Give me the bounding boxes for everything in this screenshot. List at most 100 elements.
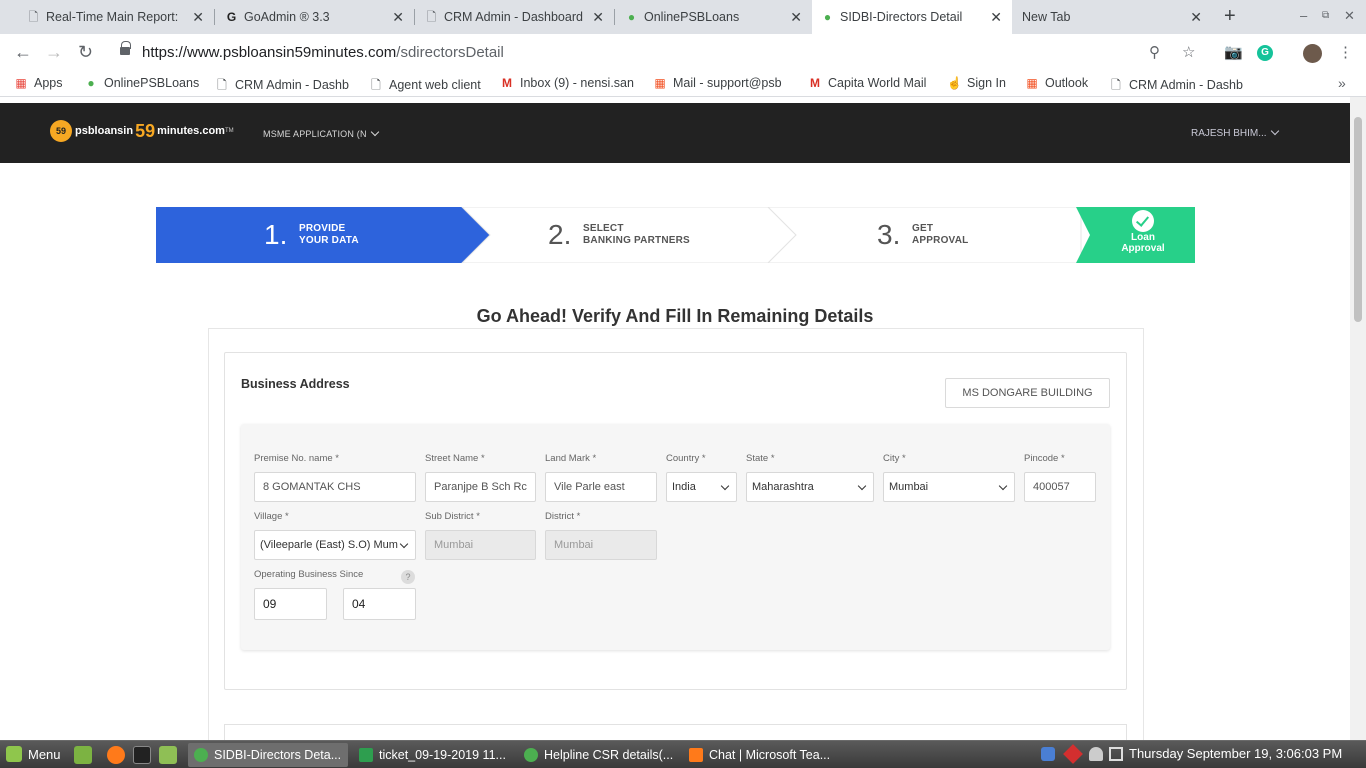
bookmark-crm-admin[interactable]: 🗋 CRM Admin - Dashb — [215, 76, 350, 97]
user-menu[interactable]: RAJESH BHIM... — [1191, 126, 1279, 139]
bookmark-apps[interactable]: ▦ Apps — [14, 76, 62, 90]
bookmarks-bar: ▦ Apps ● OnlinePSBLoans 🗋 CRM Admin - Dashb… — [0, 72, 1366, 97]
sub-district-input: Mumbai — [425, 530, 536, 560]
system-clock[interactable]: Thursday September 19, 3:06:03 PM — [1129, 746, 1342, 761]
country-select[interactable]: India — [666, 472, 737, 502]
chrome-icon — [524, 748, 538, 762]
forward-arrow-icon[interactable]: → — [45, 42, 63, 63]
windows-icon: ▦ — [1026, 76, 1038, 90]
grammarly-icon[interactable]: G — [1257, 45, 1273, 61]
bookmark-outlook[interactable]: ▦ Outlook — [1025, 76, 1088, 90]
bookmark-agent-web-client[interactable]: 🗋 Agent web client — [369, 76, 481, 97]
close-icon[interactable]: ✕ — [990, 9, 1002, 26]
tab-title: SIDBI-Directors Detail — [840, 10, 963, 24]
step-label-line1: SELECT — [583, 223, 624, 234]
tab-title: OnlinePSBLoans — [644, 10, 740, 24]
tab-title: GoAdmin ® 3.3 — [244, 10, 330, 24]
state-select[interactable]: Maharashtra — [746, 472, 874, 502]
url-text: https://www.psbloansin59minutes.com/sdir… — [142, 44, 504, 61]
window-close-icon[interactable]: ✕ — [1344, 8, 1355, 24]
firefox-icon[interactable] — [107, 746, 125, 764]
page-icon: 🗋 — [371, 78, 381, 92]
tab-crm-admin[interactable]: 🗋 CRM Admin - Dashboard ✕ — [416, 0, 614, 34]
tab-goadmin[interactable]: G GoAdmin ® 3.3 ✕ — [216, 0, 414, 34]
files-icon[interactable] — [159, 746, 177, 764]
sub-district-label: Sub District * — [425, 511, 480, 522]
url-host: https://www.psbloansin59minutes.com — [142, 44, 397, 61]
operating-since-year-input[interactable]: 04 — [343, 588, 416, 620]
bookmarks-overflow-icon[interactable]: » — [1338, 75, 1346, 91]
tab-sidbi-directors[interactable]: ● SIDBI-Directors Detail ✕ — [812, 0, 1012, 34]
help-icon[interactable]: ? — [401, 570, 415, 584]
kebab-menu-icon[interactable]: ⋮ — [1338, 43, 1353, 61]
close-icon[interactable]: ✕ — [392, 9, 404, 26]
tab-realtime-report[interactable]: 🗋 Real-Time Main Report: ✕ — [18, 0, 214, 34]
step-number: 1. — [264, 219, 288, 250]
logo-text-post: minutes.com — [157, 125, 225, 137]
operating-since-month-input[interactable]: 09 — [254, 588, 327, 620]
minimize-icon[interactable]: – — [1300, 8, 1307, 23]
restore-icon[interactable]: ⧉ — [1322, 10, 1329, 21]
landmark-input[interactable]: Vile Parle east — [545, 472, 657, 502]
scrollbar-thumb[interactable] — [1354, 117, 1362, 322]
premise-input[interactable]: 8 GOMANTAK CHS — [254, 472, 416, 502]
taskbar-item-sidbi[interactable]: SIDBI-Directors Deta... — [188, 743, 348, 767]
msme-application-menu[interactable]: MSME APPLICATION (N — [263, 127, 379, 139]
site-logo[interactable]: 59 psbloansin 59 minutes.com TM — [50, 120, 234, 142]
network-icon[interactable] — [1109, 747, 1123, 761]
start-menu-button[interactable]: Menu — [6, 746, 61, 762]
browser-toolbar: ← → ↻ https://www.psbloansin59minutes.co… — [0, 34, 1366, 72]
bookmark-crm-admin-2[interactable]: 🗋 CRM Admin - Dashb — [1109, 76, 1245, 97]
gmail-icon: M — [502, 76, 512, 90]
reload-icon[interactable]: ↻ — [78, 42, 93, 63]
profile-avatar[interactable] — [1303, 44, 1322, 63]
bookmark-capita-mail[interactable]: M Capita World Mail — [808, 76, 926, 90]
chevron-down-icon — [857, 481, 867, 491]
close-icon[interactable]: ✕ — [790, 9, 802, 26]
step-label-line2: APPROVAL — [912, 235, 969, 246]
terminal-icon[interactable] — [133, 746, 151, 764]
village-label: Village * — [254, 511, 289, 522]
taskbar-item-label: ticket_09-19-2019 11... — [379, 748, 506, 762]
tab-onlinepsbloans[interactable]: ● OnlinePSBLoans ✕ — [616, 0, 812, 34]
bookmark-sign-in[interactable]: ☝ Sign In — [947, 76, 1006, 90]
page-title: Go Ahead! Verify And Fill In Remaining D… — [476, 306, 874, 326]
pincode-input[interactable]: 400057 — [1024, 472, 1096, 502]
camera-icon[interactable]: 📷 — [1224, 43, 1243, 61]
start-menu-label: Menu — [28, 747, 61, 762]
village-select[interactable]: (Vileeparle (East) S.O) Mum — [254, 530, 416, 560]
new-tab-icon[interactable]: + — [1224, 5, 1236, 28]
shield-icon[interactable] — [1041, 747, 1055, 761]
address-bar[interactable]: https://www.psbloansin59minutes.com/sdir… — [112, 38, 1212, 68]
user-icon[interactable] — [1089, 747, 1103, 761]
spreadsheet-icon — [359, 748, 373, 762]
bookmark-star-icon[interactable]: ☆ — [1182, 43, 1195, 61]
page-icon: 🗋 — [1111, 78, 1121, 92]
taskbar-item-teams-chat[interactable]: Chat | Microsoft Tea... — [683, 743, 843, 767]
step-loan-approval: Loan Approval — [1076, 207, 1195, 263]
street-input[interactable]: Paranjpe B Sch Rc — [425, 472, 536, 502]
close-icon[interactable]: ✕ — [1190, 9, 1202, 26]
city-select[interactable]: Mumbai — [883, 472, 1015, 502]
bookmark-inbox[interactable]: M Inbox (9) - nensi.san — [500, 76, 636, 90]
bookmark-label: Agent web client — [389, 78, 481, 92]
close-icon[interactable]: ✕ — [592, 9, 604, 26]
page-scrollbar[interactable] — [1350, 97, 1366, 740]
show-desktop-icon[interactable] — [74, 746, 92, 764]
goadmin-icon: G — [226, 10, 237, 24]
close-icon[interactable]: ✕ — [192, 9, 204, 26]
city-label: City * — [883, 453, 906, 464]
back-arrow-icon[interactable]: ← — [14, 42, 32, 63]
taskbar-item-helpline[interactable]: Helpline CSR details(... — [518, 743, 678, 767]
zoom-icon[interactable]: ⚲ — [1149, 43, 1160, 61]
bookmark-mail-support[interactable]: ▦ Mail - support@psb — [653, 76, 790, 90]
address-suggestion-button[interactable]: MS DONGARE BUILDING — [945, 378, 1110, 408]
page-icon: 🗋 — [426, 10, 437, 24]
tab-new-tab[interactable]: New Tab ✕ — [1012, 0, 1212, 34]
city-value: Mumbai — [889, 481, 929, 493]
bookmark-onlinepsbloans[interactable]: ● OnlinePSBLoans — [84, 76, 199, 90]
step-label: PROVIDE YOUR DATA — [299, 223, 359, 247]
page-icon: 🗋 — [217, 78, 227, 92]
update-icon[interactable] — [1063, 744, 1083, 764]
taskbar-item-ticket[interactable]: ticket_09-19-2019 11... — [353, 743, 513, 767]
